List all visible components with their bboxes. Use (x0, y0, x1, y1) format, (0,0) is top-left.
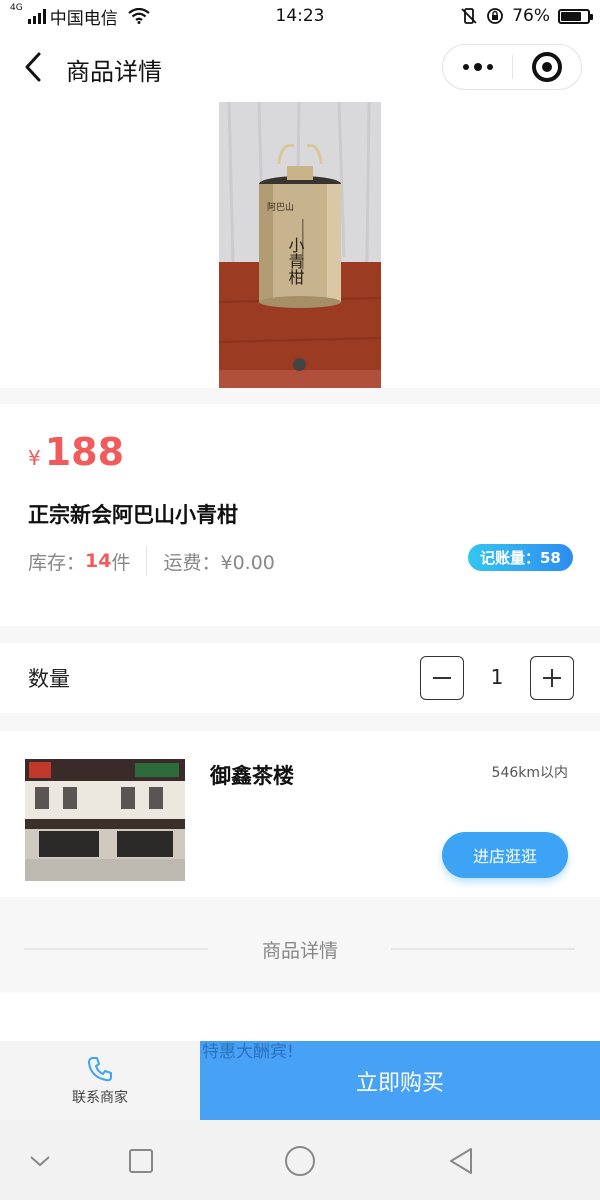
rotation-lock-icon (487, 8, 504, 24)
currency-symbol: ¥ (28, 446, 41, 470)
contact-merchant-button[interactable]: 联系商家 (0, 1041, 200, 1120)
product-meta: 库存： 14 件 运费：¥0.00 (28, 546, 275, 576)
shop-name: 御鑫茶楼 (210, 764, 294, 788)
circle-icon (285, 1146, 315, 1176)
stock-unit: 件 (111, 551, 131, 574)
plus-icon (543, 669, 561, 687)
gallery-dot-indicator (293, 358, 306, 371)
sales-count-badge: 记账量：58 (468, 544, 573, 571)
details-content (0, 993, 600, 1041)
product-info-card: ¥ 188 正宗新会阿巴山小青柑 库存： 14 件 运费：¥0.00 记账量：58 (0, 404, 600, 626)
battery-percent: 76% (512, 6, 550, 26)
system-back-button[interactable] (444, 1144, 478, 1178)
shop-card: 御鑫茶楼 546km以内 进店逛逛 (0, 731, 600, 897)
promo-marquee: 特惠大酬宾! (202, 1042, 294, 1062)
battery-icon (558, 8, 593, 24)
quantity-value[interactable]: 1 (464, 665, 530, 689)
more-dots-icon (462, 63, 493, 71)
chevron-down-icon (30, 1156, 50, 1167)
page-title: 商品详情 (66, 58, 162, 86)
mini-program-capsule (442, 44, 582, 90)
price-value: 188 (44, 430, 125, 474)
more-button[interactable] (443, 63, 512, 71)
tea-can-image: 阿巴山 小青柑 (219, 102, 381, 388)
product-name: 正宗新会阿巴山小青柑 (28, 503, 238, 527)
close-mini-program-button[interactable] (513, 52, 581, 82)
carrier-name: 中国电信 (49, 8, 118, 29)
wifi-icon (128, 8, 150, 24)
shop-photo[interactable] (25, 759, 185, 881)
storefront-image (25, 759, 185, 881)
meta-divider (146, 546, 148, 576)
shipping-fee: 运费：¥0.00 (163, 551, 275, 574)
status-left: 4G 中国电信 (10, 2, 150, 29)
status-bar: 4G 中国电信 14:23 76% (0, 0, 600, 32)
square-icon (129, 1149, 153, 1173)
increase-quantity-button[interactable] (530, 656, 574, 700)
product-gallery[interactable]: 阿巴山 小青柑 (0, 102, 600, 388)
quantity-row: 数量 1 (0, 643, 600, 713)
triangle-back-icon (450, 1148, 472, 1174)
vibrate-mute-icon (461, 8, 477, 24)
divider-line-right (391, 948, 575, 950)
buy-now-label: 立即购买 (355, 1070, 444, 1096)
network-type: 4G (10, 2, 23, 13)
back-arrow-icon (25, 52, 41, 82)
contact-merchant-label: 联系商家 (72, 1089, 128, 1106)
bottom-action-bar: 联系商家 立即购买 特惠大酬宾! (0, 1041, 600, 1120)
home-button[interactable] (283, 1144, 317, 1178)
minus-icon (433, 677, 451, 679)
stock-label: 库存： (28, 551, 86, 574)
back-button[interactable] (16, 50, 50, 84)
system-navigation-bar (0, 1120, 600, 1200)
phone-icon (88, 1056, 112, 1081)
decrease-quantity-button[interactable] (420, 656, 464, 700)
status-right: 76% (460, 6, 593, 26)
hide-nav-button[interactable] (23, 1144, 57, 1178)
quantity-label: 数量 (28, 667, 70, 691)
details-section-header: 商品详情 (0, 915, 600, 993)
navigation-bar: 商品详情 (0, 32, 600, 102)
product-price: ¥ 188 (28, 430, 124, 474)
shop-distance: 546km以内 (491, 765, 568, 781)
enter-shop-button[interactable]: 进店逛逛 (442, 832, 568, 878)
recents-button[interactable] (124, 1144, 158, 1178)
svg-text:阿巴山: 阿巴山 (267, 202, 294, 213)
can-label-text: 小青柑 (286, 237, 305, 285)
target-close-icon (531, 52, 562, 82)
signal-icon (27, 8, 46, 24)
stock-count: 14 (85, 550, 112, 572)
product-photo[interactable]: 阿巴山 小青柑 (219, 102, 381, 388)
